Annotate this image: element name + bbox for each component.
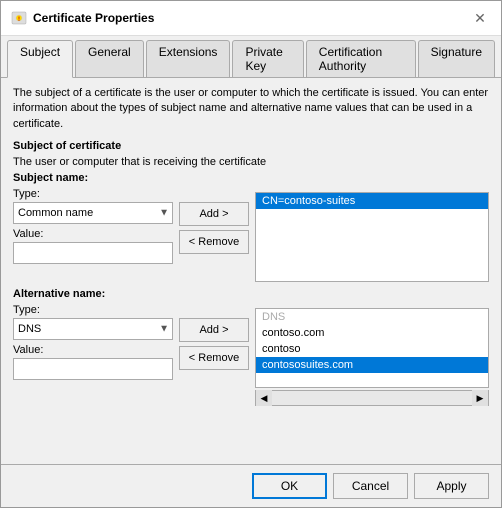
list-item[interactable]: contoso [256,341,488,357]
alternative-name-label: Alternative name: [13,288,173,300]
section-title: Subject of certificate [13,140,489,152]
alt-type-label: Type: [13,304,173,316]
subject-type-wrapper: Common name Organization Country ▼ [13,202,173,224]
dialog-title: Certificate Properties [33,11,154,25]
tab-extensions[interactable]: Extensions [146,40,231,77]
alt-value-input[interactable] [13,358,173,380]
subject-list-box[interactable]: CN=contoso-suites [255,192,489,282]
subject-type-select[interactable]: Common name Organization Country [13,202,173,224]
panels-row: Subject name: Type: Common name Organiza… [13,172,489,456]
svg-text:!: ! [18,17,20,23]
subject-remove-button[interactable]: < Remove [179,230,249,254]
subject-name-label: Subject name: [13,172,173,184]
subject-name-group: Subject name: Type: Common name Organiza… [13,172,173,264]
alt-buttons: Add > < Remove [179,318,249,374]
certificate-icon: ! [11,10,27,26]
title-bar: ! Certificate Properties ✕ [1,1,501,36]
tab-private-key[interactable]: Private Key [232,40,303,77]
list-item[interactable]: CN=contoso-suites [256,193,488,209]
tab-signature[interactable]: Signature [418,40,495,77]
alternative-name-group: Alternative name: Type: DNS IP Email ▼ V… [13,288,173,380]
close-button[interactable]: ✕ [469,7,491,29]
alt-remove-button[interactable]: < Remove [179,346,249,370]
tab-general[interactable]: General [75,40,144,77]
list-item[interactable]: contososuites.com [256,357,488,373]
scroll-right-button[interactable]: ▶ [472,390,488,406]
alt-type-wrapper: DNS IP Email ▼ [13,318,173,340]
subject-value-label: Value: [13,228,173,240]
alt-list-header: DNS [256,309,488,325]
main-content: The subject of a certificate is the user… [1,78,501,464]
ok-button[interactable]: OK [252,473,327,499]
subject-type-label: Type: [13,188,173,200]
info-paragraph: The subject of a certificate is the user… [13,86,489,132]
alt-value-label: Value: [13,344,173,356]
tab-subject[interactable]: Subject [7,40,73,78]
subject-add-button[interactable]: Add > [179,202,249,226]
subject-list-area: CN=contoso-suites [255,172,489,282]
alt-add-button[interactable]: Add > [179,318,249,342]
tabs-bar: Subject General Extensions Private Key C… [1,36,501,78]
scrollbar[interactable]: ◀ ▶ [255,390,489,406]
section-subtitle: The user or computer that is receiving t… [13,156,489,168]
alt-type-select[interactable]: DNS IP Email [13,318,173,340]
alt-list-area: DNS contoso.com contoso contososuites.co… [255,288,489,406]
subject-value-input[interactable] [13,242,173,264]
title-bar-left: ! Certificate Properties [11,10,154,26]
list-item[interactable]: contoso.com [256,325,488,341]
scroll-left-button[interactable]: ◀ [256,390,272,406]
subject-buttons: Add > < Remove [179,202,249,258]
apply-button[interactable]: Apply [414,473,489,499]
alt-list-box[interactable]: DNS contoso.com contoso contososuites.co… [255,308,489,388]
tab-certification-authority[interactable]: Certification Authority [306,40,416,77]
certificate-properties-dialog: ! Certificate Properties ✕ Subject Gener… [0,0,502,508]
scroll-track [272,391,472,405]
dialog-footer: OK Cancel Apply [1,464,501,507]
cancel-button[interactable]: Cancel [333,473,408,499]
